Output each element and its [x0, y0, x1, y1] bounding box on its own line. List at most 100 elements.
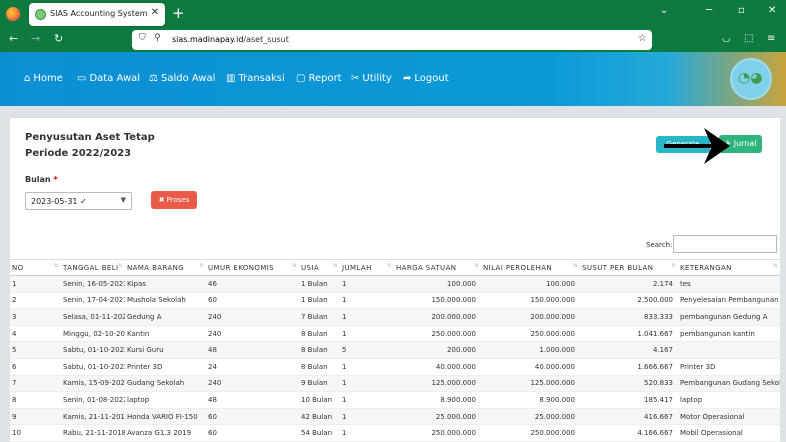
forward-icon[interactable]: → — [31, 32, 40, 45]
menu-logout[interactable]: ➦ Logout — [403, 73, 449, 84]
extensions-icon[interactable]: ⬚ — [744, 33, 753, 44]
table-cell: Gedung A — [125, 308, 206, 326]
menu-utility[interactable]: ✂ Utility — [351, 73, 392, 84]
column-header[interactable]: NO ⇅ — [10, 259, 61, 276]
table-cell: 200.000 — [394, 341, 481, 359]
browser-tab-strip: SIAS Accounting System ✕ + ⌄ ─ ▫ ✕ — [0, 0, 786, 28]
column-header[interactable]: SUSUT PER BULAN ⇅ — [580, 259, 678, 276]
table-cell: Gudang Sekolah — [125, 375, 206, 393]
chart-icon: ▥ — [226, 73, 236, 84]
url-domain: sias.madinapay.id — [172, 35, 244, 44]
page-info-icon[interactable]: ⛉ — [139, 33, 146, 43]
balance-icon: ⚖ — [149, 73, 158, 84]
url-path: /aset_susut — [243, 35, 289, 44]
table-cell: 9 — [10, 408, 61, 426]
address-bar[interactable]: ⛉ ⚲ sias.madinapay.id/aset_susut ☆ — [132, 30, 652, 50]
tab-title: SIAS Accounting System — [50, 9, 148, 18]
table-row[interactable]: 9 Kamis, 21-11-2019 Honda VARIO FI-150 60 42… — [10, 408, 780, 426]
table-cell: 25.000.000 — [394, 408, 481, 426]
pointer-arrow-icon — [664, 128, 730, 164]
column-header[interactable]: USIA ⇅ — [299, 259, 340, 276]
window-close-icon[interactable]: ✕ — [768, 5, 776, 16]
hamburger-menu-icon[interactable]: ≡ — [767, 33, 775, 44]
table-cell: Rabu, 21-11-2018 — [61, 424, 125, 442]
table-cell: 9 Bulan — [299, 375, 340, 393]
back-icon[interactable]: ← — [9, 32, 18, 45]
proses-button[interactable]: ✖ Proses — [151, 191, 197, 209]
table-cell: 24 — [206, 358, 299, 376]
table-cell: 40.000.000 — [394, 358, 481, 376]
menu-report[interactable]: ▢ Report — [296, 73, 342, 84]
page-title-line2: Periode 2022/2023 — [25, 148, 132, 159]
logout-icon: ➦ — [403, 73, 412, 84]
table-cell: 1 — [340, 358, 394, 376]
table-cell: 8 Bulan — [299, 325, 340, 343]
bookmark-star-icon[interactable]: ☆ — [638, 33, 647, 44]
column-header[interactable]: HARGA SATUAN ⇅ — [394, 259, 481, 276]
browser-tab-active[interactable]: SIAS Accounting System ✕ — [29, 3, 165, 26]
table-body: 1 Senin, 16-05-2023 Kipas 46 1 Bulan 1 100.000… — [10, 275, 780, 442]
column-header[interactable]: TANGGAL BELI ⇅ — [61, 259, 125, 276]
main-panel: Penyusutan Aset Tetap Periode 2022/2023 … — [10, 118, 780, 442]
table-cell: 2.500.000 — [580, 292, 678, 310]
sort-icon: ⇅ — [292, 263, 297, 269]
table-row[interactable]: 2 Senin, 17-04-2023 Mushola Sekolah 60 1 Bul… — [10, 292, 780, 310]
table-row[interactable]: 8 Senin, 01-08-2022 laptop 48 10 Bulan 1 8.900… — [10, 391, 780, 409]
maximize-icon[interactable]: ▫ — [738, 5, 745, 16]
table-cell: Selasa, 01-11-2022 — [61, 308, 125, 326]
table-cell: Printer 3D — [678, 358, 780, 376]
table-cell: Avanza G1.3 2019 — [125, 424, 206, 442]
column-header[interactable]: JUMLAH ⇅ — [340, 259, 394, 276]
table-row[interactable]: 1 Senin, 16-05-2023 Kipas 46 1 Bulan 1 100.000… — [10, 275, 780, 293]
table-cell: Motor Operasional — [678, 408, 780, 426]
firefox-menu-icon[interactable] — [6, 7, 20, 21]
table-cell: 1 Bulan — [299, 292, 340, 310]
table-cell: 10 — [10, 424, 61, 442]
table-row[interactable]: 4Minggu, 02-10-2022Kantin2408 Bulan1250.… — [10, 325, 780, 343]
column-header[interactable]: NAMA BARANG ⇅ — [125, 259, 206, 276]
menu-label: Report — [308, 73, 342, 84]
bulan-select[interactable]: 2023-05-31 ✓ ▼ — [25, 192, 132, 210]
pocket-icon[interactable]: ◡ — [722, 33, 731, 44]
table-cell: Kursi Guru — [125, 341, 206, 359]
table-cell: tes — [678, 275, 780, 293]
new-tab-icon[interactable]: + — [172, 4, 185, 22]
column-header[interactable]: UMUR EKONOMIS ⇅ — [206, 259, 299, 276]
table-row[interactable]: 7 Kamis, 15-09-2022 Gudang Sekolah 240 9 Bul… — [10, 375, 780, 393]
menu-saldo-awal[interactable]: ⚖ Saldo Awal — [149, 73, 215, 84]
table-row[interactable]: 10 Rabu, 21-11-2018 Avanza G1.3 2019 60 54 B… — [10, 424, 780, 442]
url-text: sias.madinapay.id/aset_susut — [172, 35, 289, 44]
table-cell: 10 Bulan — [299, 391, 340, 409]
minimize-icon[interactable]: ─ — [706, 5, 712, 16]
table-row[interactable]: 3 Selasa, 01-11-2022 Gedung A 240 7 Bulan 1 20… — [10, 308, 780, 326]
table-cell: 1 — [340, 424, 394, 442]
menu-home[interactable]: ⌂ Home — [24, 73, 63, 84]
tab-list-chevron-icon[interactable]: ⌄ — [660, 5, 668, 16]
sort-icon: ⇅ — [118, 263, 123, 269]
table-cell: 1.666.667 — [580, 358, 678, 376]
table-cell: 240 — [206, 325, 299, 343]
table-cell: 54 Bulan — [299, 424, 340, 442]
menu-transaksi[interactable]: ▥ Transaksi — [226, 73, 285, 84]
sort-icon: ⇅ — [387, 263, 392, 269]
column-header[interactable]: NILAI PEROLEHAN ⇅ — [481, 259, 580, 276]
sort-icon: ⇅ — [671, 263, 676, 269]
table-cell: 250.000.000 — [394, 424, 481, 442]
table-row[interactable]: 6 Sabtu, 01-10-2022 Printer 3D 24 8 Bulan 1 40… — [10, 358, 780, 376]
logo-mark: ◔◕ — [738, 70, 763, 86]
table-row[interactable]: 5 Sabtu, 01-10-2022 Kursi Guru 48 8 Bulan 5 20… — [10, 341, 780, 359]
bulan-label: Bulan * — [25, 175, 58, 184]
column-header[interactable]: KETERANGAN ⇅ — [678, 259, 780, 276]
permissions-icon[interactable]: ⚲ — [154, 33, 161, 43]
table-cell: 8.900.000 — [481, 391, 580, 409]
close-tab-icon[interactable]: ✕ — [151, 7, 159, 18]
menu-data-awal[interactable]: ▭ Data Awal — [77, 73, 140, 84]
search-input[interactable] — [673, 235, 777, 253]
table-cell: 2.174 — [580, 275, 678, 293]
app-logo: ◔◕ — [730, 58, 772, 100]
table-cell: 48 — [206, 391, 299, 409]
table-cell: pembangunan kantin — [678, 325, 780, 343]
table-cell: 60 — [206, 408, 299, 426]
table-cell: 3 — [10, 308, 61, 326]
reload-icon[interactable]: ↻ — [54, 32, 63, 45]
